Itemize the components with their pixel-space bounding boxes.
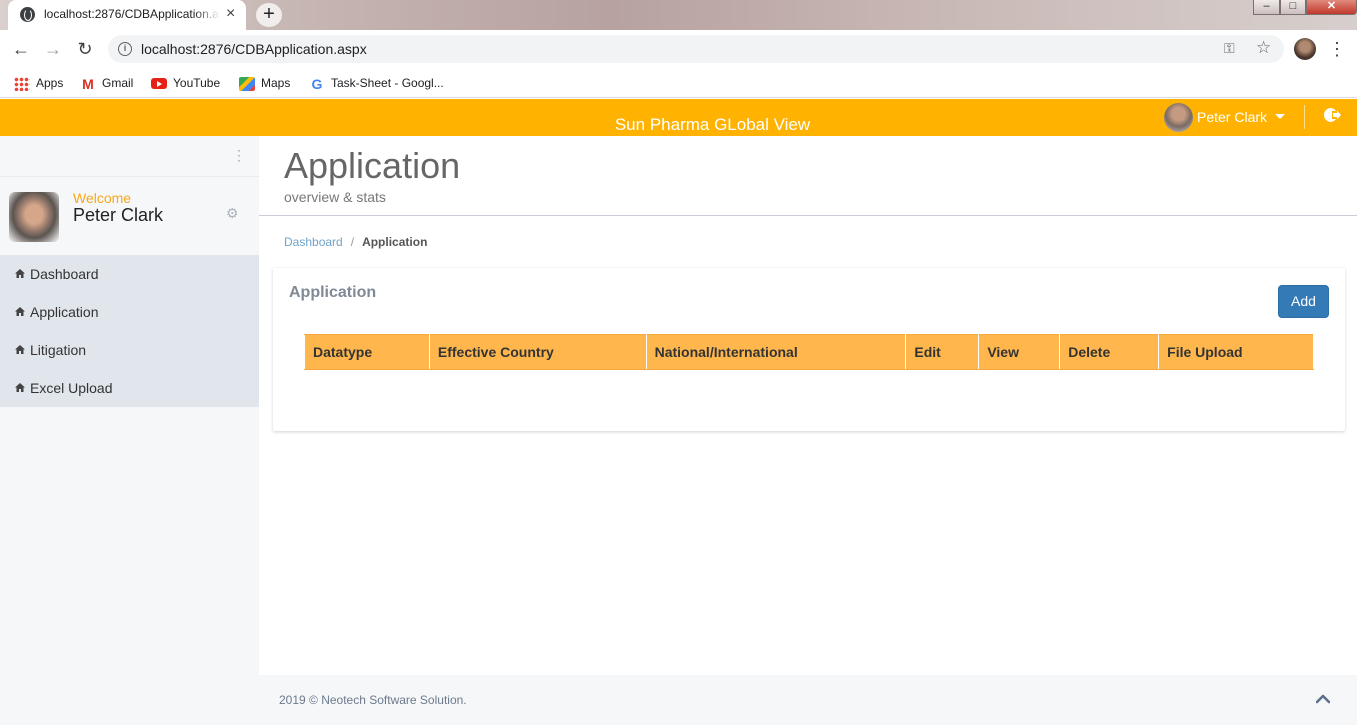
column-header-edit[interactable]: Edit bbox=[905, 334, 980, 370]
page-divider bbox=[259, 215, 1357, 216]
sidebar-item-litigation[interactable]: Litigation bbox=[0, 331, 259, 369]
window-minimize-button[interactable]: – bbox=[1253, 0, 1280, 15]
globe-icon bbox=[20, 7, 35, 22]
sidebar-item-excel-upload[interactable]: Excel Upload bbox=[0, 369, 259, 407]
column-header-delete[interactable]: Delete bbox=[1059, 334, 1160, 370]
sidebar-item-application[interactable]: Application bbox=[0, 293, 259, 331]
logout-icon[interactable] bbox=[1323, 107, 1341, 123]
tab-title: localhost:2876/CDBApplication.aspx bbox=[44, 7, 220, 21]
table-header-row: Datatype Effective Country National/Inte… bbox=[304, 334, 1314, 370]
column-header-effective-country[interactable]: Effective Country bbox=[428, 334, 647, 370]
youtube-icon bbox=[151, 78, 167, 90]
google-icon: G bbox=[311, 75, 323, 92]
bookmark-apps[interactable]: Apps bbox=[14, 73, 63, 93]
site-info-icon[interactable]: i bbox=[118, 42, 132, 56]
welcome-text: Welcome bbox=[73, 190, 132, 206]
sidebar-item-label: Excel Upload bbox=[30, 380, 113, 396]
browser-tab[interactable]: localhost:2876/CDBApplication.aspx × bbox=[8, 0, 246, 30]
gear-icon[interactable]: ⚙ bbox=[226, 205, 239, 222]
window-maximize-button[interactable]: □ bbox=[1280, 0, 1306, 15]
apps-grid-icon bbox=[14, 76, 30, 91]
bookmark-label: Apps bbox=[36, 76, 64, 90]
page-title: Application bbox=[284, 145, 461, 186]
close-icon: ✕ bbox=[1326, 0, 1337, 12]
sidebar-user-name: Peter Clark bbox=[73, 205, 164, 225]
gmail-icon: M bbox=[82, 75, 94, 92]
column-header-view[interactable]: View bbox=[978, 334, 1061, 370]
password-key-icon[interactable]: ⚿ bbox=[1224, 40, 1235, 57]
bookmark-youtube[interactable]: YouTube bbox=[151, 73, 220, 93]
application-portlet: Application Add Datatype Effective Count… bbox=[273, 268, 1345, 431]
new-tab-button[interactable]: + bbox=[256, 3, 282, 27]
home-icon bbox=[15, 345, 25, 354]
sidebar-toggle-icon[interactable]: ⋮ bbox=[232, 148, 246, 162]
sidebar-item-label: Litigation bbox=[30, 342, 87, 358]
header-user-name[interactable]: Peter Clark bbox=[1197, 109, 1267, 125]
add-button[interactable]: Add bbox=[1278, 285, 1329, 318]
browser-toolbar: ← → ↻ i localhost:2876/CDBApplication.as… bbox=[0, 30, 1357, 68]
browser-profile-avatar[interactable] bbox=[1294, 38, 1316, 60]
bookmark-task-sheet[interactable]: G Task-Sheet - Googl... bbox=[309, 73, 444, 93]
portlet-title: Application bbox=[289, 284, 377, 301]
bookmark-label: Gmail bbox=[102, 76, 134, 90]
address-bar[interactable]: i localhost:2876/CDBApplication.aspx ⚿ ☆ bbox=[108, 35, 1284, 63]
sidebar-item-dashboard[interactable]: Dashboard bbox=[0, 255, 259, 293]
tab-close-icon[interactable]: × bbox=[226, 5, 235, 23]
sidebar-menu: Dashboard Application Litigation Excel U… bbox=[0, 255, 259, 407]
breadcrumb-separator: / bbox=[350, 235, 355, 249]
header-divider bbox=[1304, 105, 1305, 129]
sidebar-avatar bbox=[9, 192, 59, 242]
window-close-button[interactable]: ✕ bbox=[1306, 0, 1357, 15]
app-header: Sun Pharma GLobal View Peter Clark bbox=[0, 99, 1357, 136]
column-header-file-upload[interactable]: File Upload bbox=[1158, 334, 1314, 370]
chevron-up-icon[interactable] bbox=[1316, 692, 1330, 706]
page-subtitle: overview & stats bbox=[284, 189, 386, 205]
application-table: Datatype Effective Country National/Inte… bbox=[304, 334, 1314, 370]
reload-icon[interactable]: ↻ bbox=[74, 38, 96, 60]
breadcrumb-current: Application bbox=[362, 235, 428, 249]
app-title: Sun Pharma GLobal View bbox=[614, 115, 811, 134]
column-header-datatype[interactable]: Datatype bbox=[304, 334, 430, 370]
chevron-down-icon[interactable] bbox=[1275, 114, 1285, 119]
bookmark-star-icon[interactable]: ☆ bbox=[1256, 38, 1271, 58]
bookmark-label: Task-Sheet - Googl... bbox=[331, 76, 444, 90]
column-header-national-international[interactable]: National/International bbox=[645, 334, 907, 370]
sidebar-divider bbox=[0, 176, 259, 177]
bookmark-label: YouTube bbox=[173, 76, 221, 90]
sidebar-item-label: Application bbox=[30, 304, 99, 320]
minimize-icon: – bbox=[1263, 0, 1270, 12]
header-avatar[interactable] bbox=[1164, 103, 1193, 132]
bookmark-label: Maps bbox=[261, 76, 291, 90]
browser-menu-icon[interactable]: ⋮ bbox=[1328, 38, 1346, 60]
maximize-icon: □ bbox=[1289, 0, 1297, 12]
browser-tabstrip: localhost:2876/CDBApplication.aspx × + –… bbox=[0, 0, 1357, 30]
forward-arrow-icon[interactable]: → bbox=[42, 38, 64, 60]
address-url[interactable]: localhost:2876/CDBApplication.aspx bbox=[141, 41, 367, 57]
home-icon bbox=[15, 383, 25, 392]
footer-copyright: 2019 © Neotech Software Solution. bbox=[279, 693, 467, 707]
maps-icon bbox=[239, 76, 255, 91]
home-icon bbox=[15, 269, 25, 278]
bookmarks-bar: Apps M Gmail YouTube Maps G Task-Sheet - G… bbox=[0, 68, 1357, 98]
back-arrow-icon[interactable]: ← bbox=[10, 38, 32, 60]
breadcrumb: Dashboard / Application bbox=[284, 235, 427, 249]
sidebar-item-label: Dashboard bbox=[30, 266, 99, 282]
breadcrumb-dashboard-link[interactable]: Dashboard bbox=[284, 235, 343, 249]
sidebar: ⋮ Welcome Peter Clark ⚙ Dashboard Applic… bbox=[0, 136, 259, 725]
bookmark-gmail[interactable]: M Gmail bbox=[80, 73, 133, 93]
footer: 2019 © Neotech Software Solution. bbox=[259, 675, 1357, 725]
home-icon bbox=[15, 307, 25, 316]
bookmark-maps[interactable]: Maps bbox=[239, 73, 290, 93]
